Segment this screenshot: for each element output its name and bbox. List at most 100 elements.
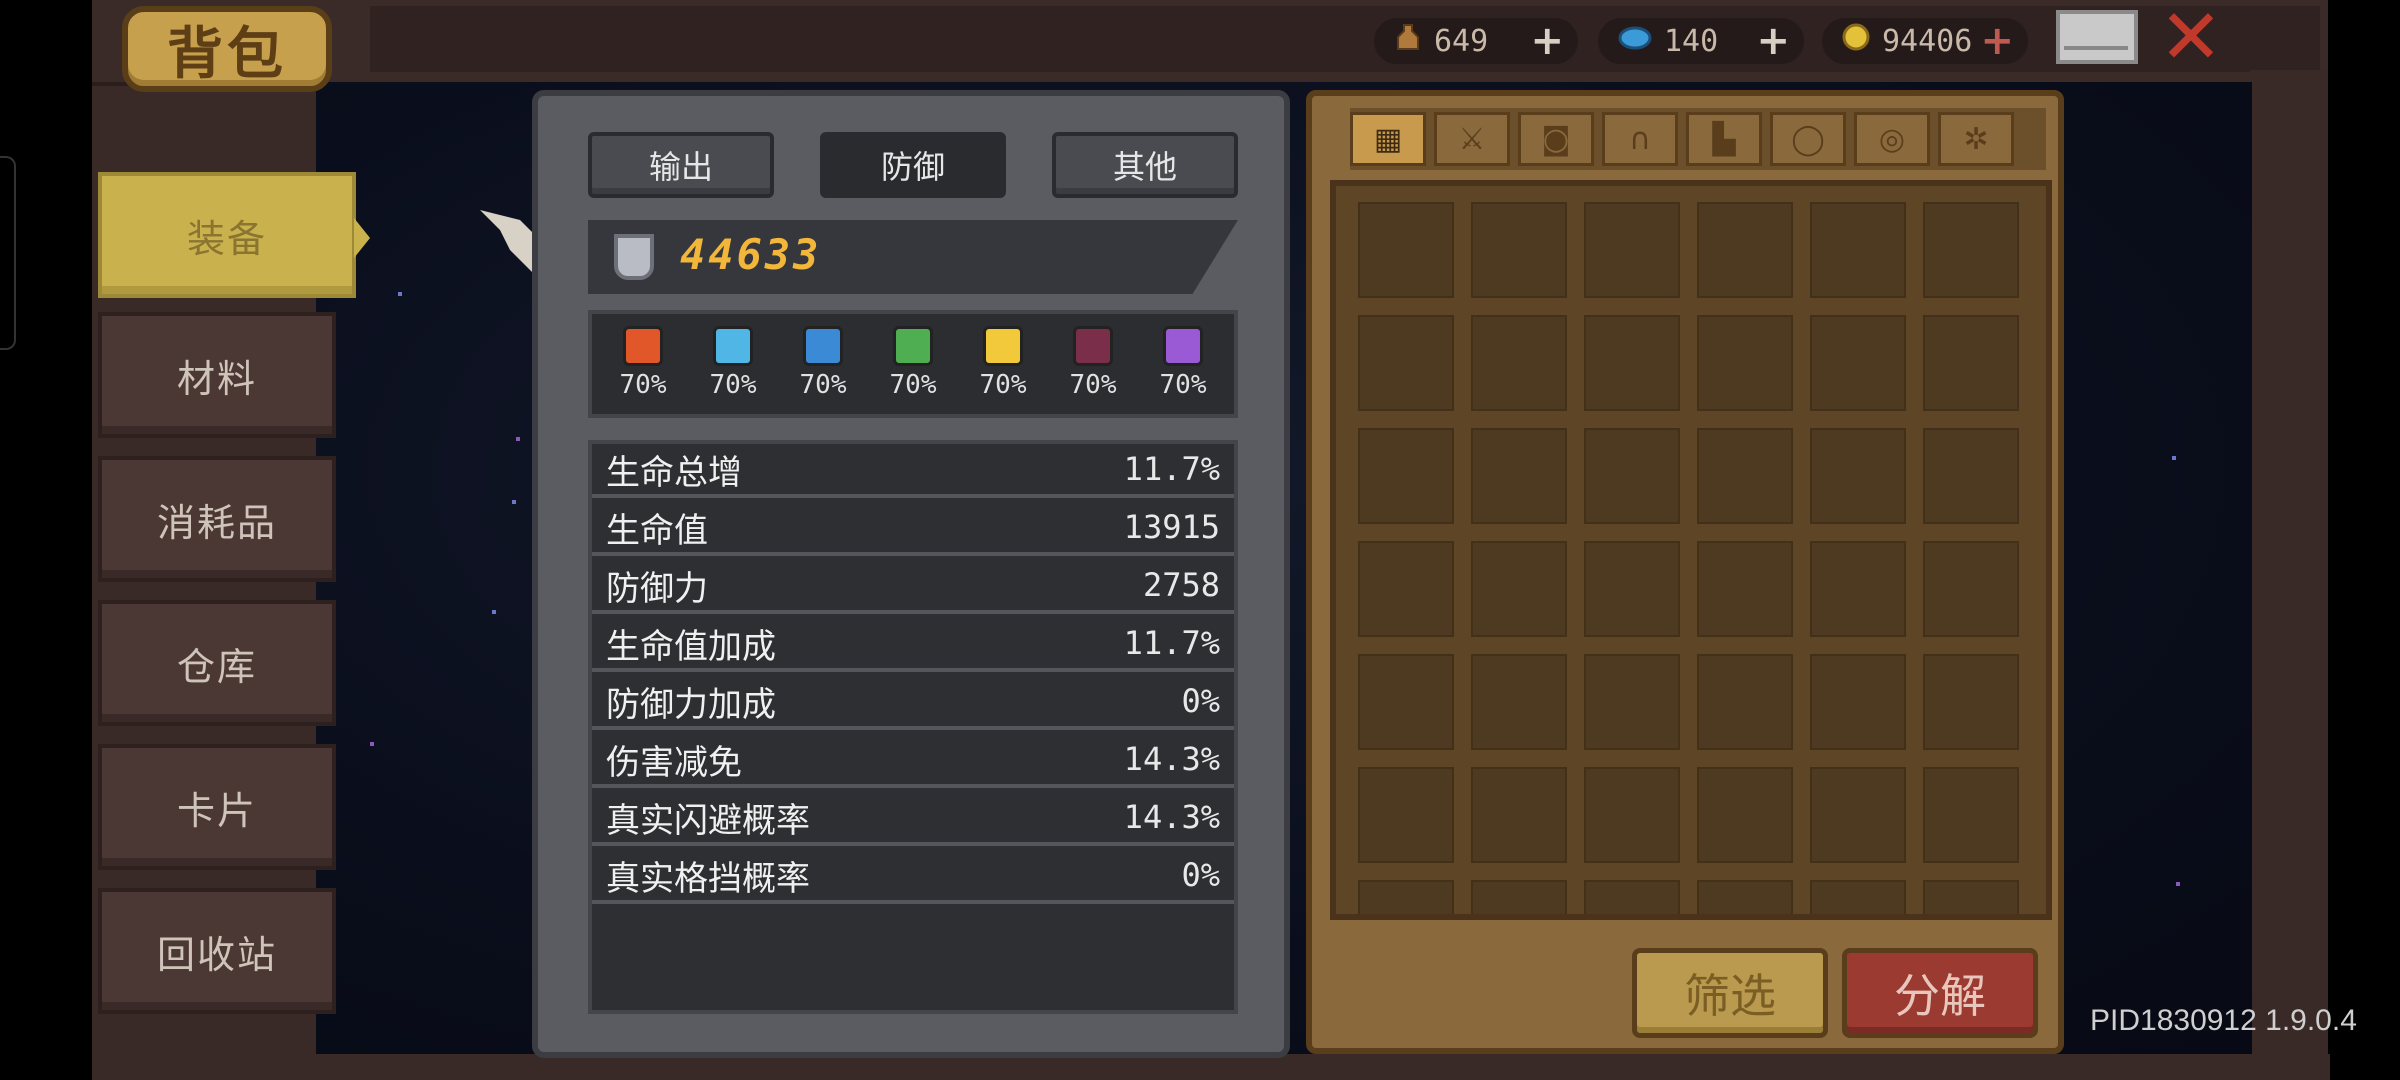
inventory-slot[interactable] xyxy=(1584,202,1680,298)
grid-icon[interactable]: ▦ xyxy=(1350,112,1426,166)
inventory-slot[interactable] xyxy=(1584,428,1680,524)
inventory-slot[interactable] xyxy=(1810,880,1906,914)
resistance-fire: 70% xyxy=(608,320,678,400)
sidebar-item-equipment[interactable]: 装备 xyxy=(98,172,370,298)
resistance-poison: 70% xyxy=(878,320,948,400)
inventory-slot[interactable] xyxy=(1923,541,2019,637)
arcane-icon xyxy=(1163,326,1203,366)
sidebar-item-consumables[interactable]: 消耗品 xyxy=(98,456,336,582)
inventory-slot[interactable] xyxy=(1584,880,1680,914)
sidebar-item-cards[interactable]: 卡片 xyxy=(98,744,336,870)
inventory-slot[interactable] xyxy=(1923,202,2019,298)
ring-icon[interactable]: ◎ xyxy=(1854,112,1930,166)
filter-button[interactable]: 筛选 xyxy=(1632,948,1828,1038)
inventory-slot[interactable] xyxy=(1923,654,2019,750)
inventory-slot[interactable] xyxy=(1358,541,1454,637)
sidebar-item-materials[interactable]: 材料 xyxy=(98,312,336,438)
envelope-icon[interactable] xyxy=(2056,10,2138,64)
stat-row: 真实闪避概率 14.3% xyxy=(592,792,1234,846)
stat-value: 11.7% xyxy=(1123,450,1220,488)
inventory-slot[interactable] xyxy=(1923,880,2019,914)
inventory-slot[interactable] xyxy=(1697,767,1793,863)
lightning-icon xyxy=(803,326,843,366)
stat-row: 真实格挡概率 0% xyxy=(592,850,1234,904)
fire-icon xyxy=(623,326,663,366)
stat-label: 真实闪避概率 xyxy=(606,800,810,841)
tab-other[interactable]: 其他 xyxy=(1052,132,1238,198)
add-coin-button[interactable]: + xyxy=(1980,18,2014,64)
stat-row: 生命值 13915 xyxy=(592,502,1234,556)
inventory-slot[interactable] xyxy=(1471,541,1567,637)
decompose-button[interactable]: 分解 xyxy=(1842,948,2038,1038)
armor-icon[interactable]: ◙ xyxy=(1518,112,1594,166)
resistance-value: 70% xyxy=(619,370,667,400)
resistance-value: 70% xyxy=(889,370,937,400)
add-gem-button[interactable]: + xyxy=(1756,18,1790,64)
inventory-slot[interactable] xyxy=(1471,202,1567,298)
inventory-slot[interactable] xyxy=(1810,767,1906,863)
inventory-slot[interactable] xyxy=(1358,654,1454,750)
inventory-slot[interactable] xyxy=(1810,428,1906,524)
inventory-slot[interactable] xyxy=(1471,767,1567,863)
inventory-slot[interactable] xyxy=(1358,202,1454,298)
star xyxy=(2172,456,2176,460)
sidebar-item-recycle[interactable]: 回收站 xyxy=(98,888,336,1014)
inventory-slot[interactable] xyxy=(1923,767,2019,863)
inventory-slot[interactable] xyxy=(1697,654,1793,750)
inventory-slot[interactable] xyxy=(1697,202,1793,298)
sword-icon[interactable]: ⚔ xyxy=(1434,112,1510,166)
star xyxy=(492,610,496,614)
helmet-icon[interactable]: ∩ xyxy=(1602,112,1678,166)
inventory-slot[interactable] xyxy=(1358,428,1454,524)
currency-gem: 140 + xyxy=(1598,18,1804,64)
shield-icon xyxy=(614,234,654,280)
inventory-slot[interactable] xyxy=(1810,654,1906,750)
gear-icon[interactable]: ✲ xyxy=(1938,112,2014,166)
inventory-slot[interactable] xyxy=(1697,541,1793,637)
inventory-slot[interactable] xyxy=(1471,428,1567,524)
tab-label: 输出 xyxy=(648,148,713,186)
resistance-value: 70% xyxy=(1159,370,1207,400)
tab-defense[interactable]: 防御 xyxy=(820,132,1006,198)
sidebar-item-label: 材料 xyxy=(176,356,257,401)
resistance-value: 70% xyxy=(799,370,847,400)
inventory-slot[interactable] xyxy=(1923,428,2019,524)
inventory-slot[interactable] xyxy=(1358,880,1454,914)
inventory-slot[interactable] xyxy=(1471,315,1567,411)
necklace-icon[interactable]: ◯ xyxy=(1770,112,1846,166)
stat-label: 生命值加成 xyxy=(606,626,776,667)
inventory-slot[interactable] xyxy=(1810,541,1906,637)
stat-row: 生命值加成 11.7% xyxy=(592,618,1234,672)
inventory-slot[interactable] xyxy=(1584,315,1680,411)
stat-value: 0% xyxy=(1181,856,1220,894)
currency-coin-value: 94406 xyxy=(1882,23,1973,59)
inventory-slot[interactable] xyxy=(1584,654,1680,750)
inventory-slot[interactable] xyxy=(1810,315,1906,411)
inventory-slot[interactable] xyxy=(1584,541,1680,637)
stat-label: 真实格挡概率 xyxy=(606,858,810,899)
ice-icon xyxy=(713,326,753,366)
stat-label: 防御力 xyxy=(606,568,708,609)
inventory-slot[interactable] xyxy=(1358,315,1454,411)
page-title: 背包 xyxy=(122,6,332,92)
inventory-slot[interactable] xyxy=(1697,315,1793,411)
boots-icon[interactable]: ▙ xyxy=(1686,112,1762,166)
resistance-light: 70% xyxy=(968,320,1038,400)
currency-bottle: 649 + xyxy=(1374,18,1578,64)
inventory-slot[interactable] xyxy=(1923,315,2019,411)
inventory-slot[interactable] xyxy=(1584,767,1680,863)
inventory-slot[interactable] xyxy=(1471,654,1567,750)
inventory-slot[interactable] xyxy=(1697,880,1793,914)
inventory-slot[interactable] xyxy=(1358,767,1454,863)
gem-icon xyxy=(1618,24,1652,59)
resistance-value: 70% xyxy=(1069,370,1117,400)
sidebar-item-label: 仓库 xyxy=(176,644,257,689)
light-icon xyxy=(983,326,1023,366)
sidebar-item-warehouse[interactable]: 仓库 xyxy=(98,600,336,726)
add-bottle-button[interactable]: + xyxy=(1530,18,1564,64)
inventory-slot[interactable] xyxy=(1471,880,1567,914)
tab-output[interactable]: 输出 xyxy=(588,132,774,198)
inventory-slot[interactable] xyxy=(1697,428,1793,524)
inventory-slot[interactable] xyxy=(1810,202,1906,298)
close-icon[interactable]: ✕ xyxy=(2156,0,2226,75)
